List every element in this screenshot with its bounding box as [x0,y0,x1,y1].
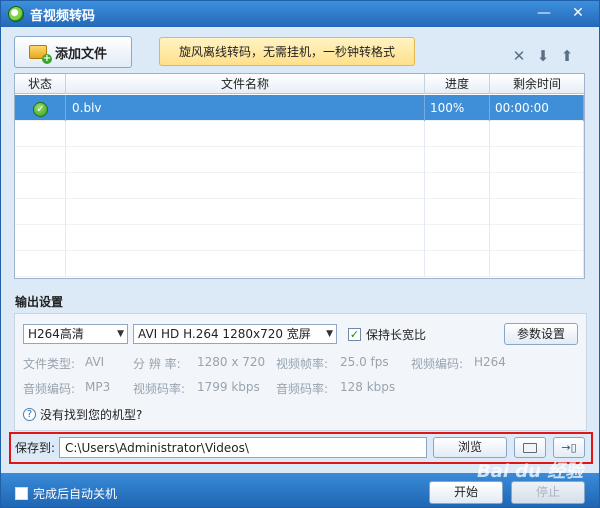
table-header: 状态 文件名称 进度 剩余时间 [15,74,584,94]
app-window: 音视频转码 — ✕ 添加文件 旋风离线转码，无需挂机，一秒钟转格式 ✕ ⬇ ⬆ … [0,0,600,508]
audio-bitrate-label: 音频码率: [276,382,329,396]
header-name[interactable]: 文件名称 [66,74,425,94]
auto-shutdown-label: 完成后自动关机 [33,487,118,501]
table-row[interactable]: ✓ 0.blv 100% 00:00:00 [15,95,584,121]
audio-codec-label: 音频编码: [23,382,76,396]
header-remaining[interactable]: 剩余时间 [490,74,584,94]
offline-transcode-banner[interactable]: 旋风离线转码，无需挂机，一秒钟转格式 [159,37,415,66]
video-codec-label: 视频编码: [411,357,464,371]
video-bitrate-label: 视频码率: [133,382,186,396]
chevron-down-icon: ▼ [326,329,333,339]
add-file-button[interactable]: 添加文件 [14,36,132,68]
move-down-icon[interactable]: ⬇ [535,48,551,64]
row-file-name: 0.blv [66,95,425,121]
export-device-button[interactable]: →▯ [553,437,585,458]
audio-bitrate-value: 128 kbps [340,380,396,394]
resolution-label: 分 辨 率: [133,357,181,371]
empty-row [15,121,584,147]
device-help-link[interactable]: ? 没有找到您的机型? [23,406,142,423]
empty-row [15,199,584,225]
audio-codec-value: MP3 [85,380,111,394]
empty-row [15,147,584,173]
open-folder-button[interactable] [514,437,546,458]
video-fps-value: 25.0 fps [340,355,389,369]
save-path-input[interactable] [59,437,427,458]
auto-shutdown-checkbox[interactable]: 完成后自动关机 [15,485,117,502]
check-circle-icon: ✓ [33,102,48,117]
file-type-value: AVI [85,355,105,369]
close-icon[interactable]: ✕ [567,4,589,22]
checkbox-icon[interactable] [15,487,28,500]
empty-row [15,225,584,251]
format-select[interactable]: AVI HD H.264 1280x720 宽屏 ▼ [133,324,337,344]
row-remaining: 00:00:00 [490,95,584,121]
empty-row [15,173,584,199]
row-status-cell: ✓ [15,95,66,121]
quality-value: H264高清 [28,327,84,341]
video-bitrate-value: 1799 kbps [197,380,260,394]
folder-open-icon [523,442,537,453]
checkbox-checked-icon[interactable]: ✓ [348,328,361,341]
resolution-value: 1280 x 720 [197,355,266,369]
empty-row [15,251,584,277]
file-type-label: 文件类型: [23,357,76,371]
window-title: 音视频转码 [30,8,96,24]
keep-ratio-label: 保持长宽比 [366,328,427,342]
start-button[interactable]: 开始 [429,481,503,504]
video-fps-label: 视频帧率: [276,357,329,371]
help-text: 没有找到您的机型? [40,408,143,422]
format-value: AVI HD H.264 1280x720 宽屏 [138,327,311,341]
keep-ratio-checkbox[interactable]: ✓ 保持长宽比 [348,326,426,343]
header-progress[interactable]: 进度 [425,74,490,94]
minimize-icon[interactable]: — [533,4,555,22]
baidu-watermark: Bai du 经验 [477,461,584,482]
title-bar[interactable]: 音视频转码 — ✕ [1,1,599,27]
quality-select[interactable]: H264高清 ▼ [23,324,128,344]
add-file-label: 添加文件 [55,46,108,62]
delete-icon[interactable]: ✕ [511,48,527,64]
params-button[interactable]: 参数设置 [504,323,578,345]
header-status[interactable]: 状态 [15,74,66,94]
file-table: 状态 文件名称 进度 剩余时间 ✓ 0.blv 100% 00:00:00 [14,73,585,279]
video-codec-value: H264 [474,355,506,369]
help-icon: ? [23,408,36,421]
app-logo-icon [8,6,24,22]
chevron-down-icon: ▼ [117,329,124,339]
output-settings-title: 输出设置 [15,295,64,309]
export-device-icon: →▯ [561,441,577,454]
stop-button[interactable]: 停止 [511,481,585,504]
save-to-label: 保存到: [15,441,56,455]
browse-button[interactable]: 浏览 [433,437,507,458]
move-up-icon[interactable]: ⬆ [559,48,575,64]
add-folder-icon [29,45,52,64]
row-progress: 100% [425,95,490,121]
